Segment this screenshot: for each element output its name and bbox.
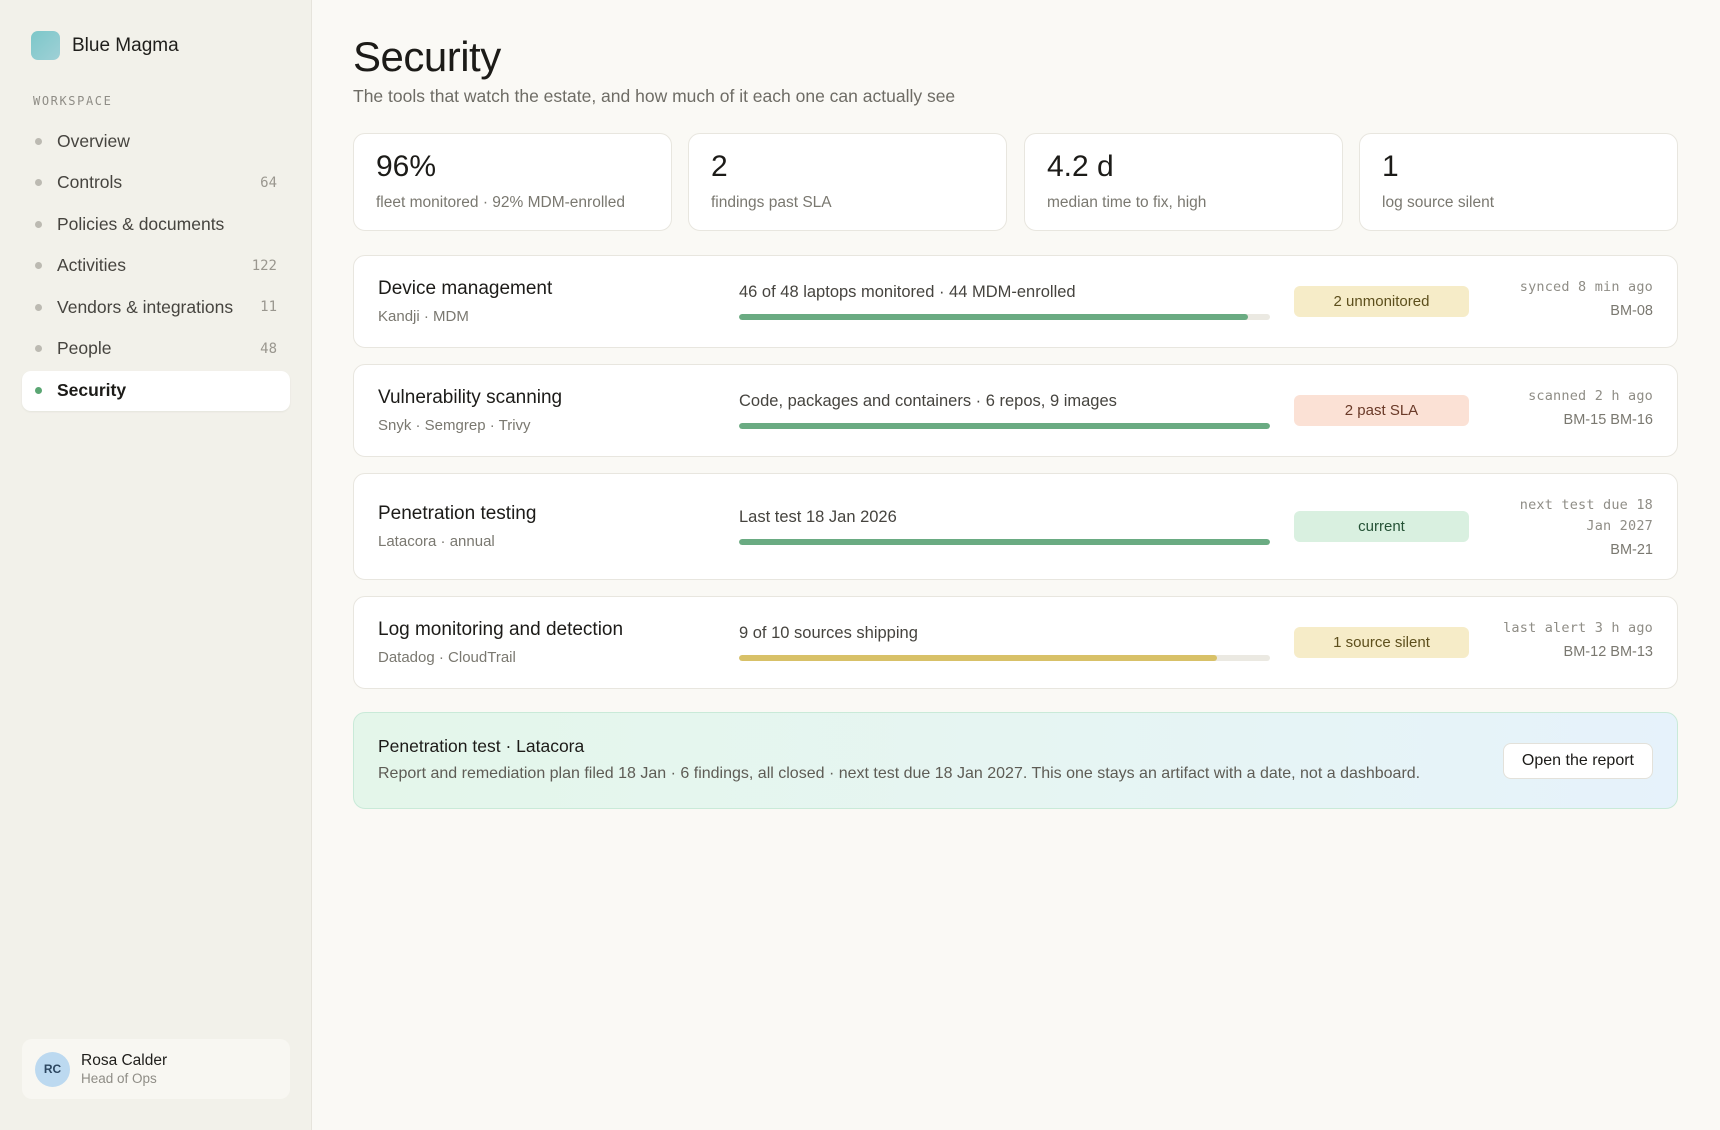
tool-vendors: Kandji · MDM xyxy=(378,308,469,325)
brand[interactable]: Blue Magma xyxy=(31,31,179,60)
stat-value: 1 xyxy=(1382,150,1399,183)
sidebar-item-overview[interactable]: Overview xyxy=(22,121,290,161)
tool-row-log-monitoring[interactable]: Log monitoring and detection Datadog · C… xyxy=(353,596,1678,689)
sidebar-item-label: Controls xyxy=(57,172,123,193)
tool-coverage: Last test 18 Jan 2026 xyxy=(739,508,897,526)
meta-status: next test due 18 xyxy=(1519,497,1653,513)
section-label-workspace: WORKSPACE xyxy=(33,94,113,108)
tool-name: Device management xyxy=(378,278,553,299)
tool-vendors: Datadog · CloudTrail xyxy=(378,649,516,666)
coverage-bar xyxy=(739,655,1270,661)
avatar: RC xyxy=(35,1051,70,1087)
open-report-button[interactable]: Open the report xyxy=(1502,743,1653,779)
stat-label: fleet monitored · 92% MDM-enrolled xyxy=(376,194,625,211)
bullet-icon xyxy=(35,387,42,395)
meta-status: scanned 2 h ago xyxy=(1528,388,1653,404)
tool-coverage: 9 of 10 sources shipping xyxy=(739,624,918,642)
tool-coverage: 46 of 48 laptops monitored · 44 MDM-enro… xyxy=(739,283,1076,301)
coverage-bar xyxy=(739,314,1270,320)
meta-status-continued: Jan 2027 xyxy=(1586,518,1653,534)
tool-name: Vulnerability scanning xyxy=(378,387,563,408)
coverage-bar-fill xyxy=(739,423,1270,429)
brand-logo-icon xyxy=(31,31,60,60)
sidebar-item-label: Policies & documents xyxy=(57,213,225,234)
sidebar-item-count: 48 xyxy=(260,340,277,357)
stat-card: 96% fleet monitored · 92% MDM-enrolled xyxy=(353,133,672,231)
sidebar-item-people[interactable]: People 48 xyxy=(22,329,290,369)
sidebar-item-controls[interactable]: Controls 64 xyxy=(22,163,290,203)
bullet-icon xyxy=(35,262,42,270)
tool-coverage: Code, packages and containers · 6 repos,… xyxy=(739,392,1117,410)
bullet-icon xyxy=(35,303,42,311)
tool-row-vulnerability-scanning[interactable]: Vulnerability scanning Snyk · Semgrep · … xyxy=(353,364,1678,457)
banner-body: Report and remediation plan filed 18 Jan… xyxy=(378,765,1421,782)
tool-meta: synced 8 min ago BM-08 xyxy=(1520,277,1653,322)
coverage-bar-fill xyxy=(739,314,1248,320)
bullet-icon xyxy=(35,345,42,353)
user-name: Rosa Calder xyxy=(81,1052,168,1069)
meta-status: synced 8 min ago xyxy=(1519,279,1653,295)
sidebar-item-security[interactable]: Security xyxy=(22,370,290,411)
stat-card: 1 log source silent xyxy=(1359,133,1678,231)
sidebar-item-count: 122 xyxy=(251,257,277,274)
stat-value: 2 xyxy=(711,150,728,183)
sidebar-item-label: Security xyxy=(57,380,127,401)
tool-meta: last alert 3 h ago BM-12 BM-13 xyxy=(1503,618,1653,663)
status-badge: current xyxy=(1294,511,1469,542)
stat-label: findings past SLA xyxy=(711,194,832,211)
stats-row: 96% fleet monitored · 92% MDM-enrolled 2… xyxy=(353,133,1678,231)
stat-label: median time to fix, high xyxy=(1047,194,1207,211)
sidebar-item-activities[interactable]: Activities 122 xyxy=(22,246,290,286)
sidebar: Blue Magma WORKSPACE Overview Controls 6… xyxy=(0,0,312,1130)
tool-row-penetration-testing[interactable]: Penetration testing Latacora · annual La… xyxy=(353,473,1678,580)
sidebar-item-label: Overview xyxy=(57,130,130,151)
tool-vendors: Latacora · annual xyxy=(378,533,495,550)
tool-name: Log monitoring and detection xyxy=(378,619,624,640)
brand-name: Blue Magma xyxy=(72,34,179,56)
bullet-icon xyxy=(35,220,42,228)
sidebar-nav: Overview Controls 64 Policies & document… xyxy=(22,121,290,412)
sidebar-item-label: People xyxy=(57,338,112,359)
sidebar-item-policies[interactable]: Policies & documents xyxy=(22,204,290,244)
stat-card: 4.2 d median time to fix, high xyxy=(1024,133,1343,231)
control-ids: BM-21 xyxy=(1610,542,1653,558)
status-badge: 2 past SLA xyxy=(1294,395,1469,426)
sidebar-item-count: 64 xyxy=(260,174,277,191)
tool-vendors: Snyk · Semgrep · Trivy xyxy=(378,417,531,434)
banner-title: Penetration test · Latacora xyxy=(378,736,585,756)
control-ids: BM-08 xyxy=(1610,303,1653,319)
stat-value: 96% xyxy=(376,150,437,183)
tool-row-device-management[interactable]: Device management Kandji · MDM 46 of 48 … xyxy=(353,255,1678,348)
control-ids: BM-15 BM-16 xyxy=(1563,412,1653,428)
tool-meta: next test due 18 Jan 2027 BM-21 xyxy=(1520,495,1653,561)
tool-name: Penetration testing xyxy=(378,503,537,524)
sidebar-item-label: Vendors & integrations xyxy=(57,296,234,317)
stat-label: log source silent xyxy=(1382,194,1495,211)
user-role: Head of Ops xyxy=(81,1071,157,1086)
sidebar-item-count: 11 xyxy=(260,299,277,316)
coverage-bar xyxy=(739,423,1270,429)
user-card[interactable]: RC Rosa Calder Head of Ops xyxy=(22,1039,290,1099)
status-badge: 2 unmonitored xyxy=(1294,286,1469,317)
pentest-banner: Penetration test · Latacora Report and r… xyxy=(353,712,1678,809)
stat-card: 2 findings past SLA xyxy=(688,133,1007,231)
sidebar-item-vendors[interactable]: Vendors & integrations 11 xyxy=(22,287,290,327)
page-title: Security xyxy=(353,33,501,80)
coverage-bar xyxy=(739,539,1270,545)
coverage-bar-fill xyxy=(739,539,1270,545)
bullet-icon xyxy=(35,179,42,187)
coverage-bar-fill xyxy=(739,655,1217,661)
tool-meta: scanned 2 h ago BM-15 BM-16 xyxy=(1528,386,1653,431)
bullet-icon xyxy=(35,137,42,145)
status-badge: 1 source silent xyxy=(1294,627,1469,658)
stat-value: 4.2 d xyxy=(1047,150,1114,183)
user-meta: Rosa Calder Head of Ops xyxy=(81,1052,167,1086)
control-ids: BM-12 BM-13 xyxy=(1563,644,1653,660)
meta-status: last alert 3 h ago xyxy=(1503,620,1653,636)
page-subtitle: The tools that watch the estate, and how… xyxy=(353,86,956,106)
sidebar-item-label: Activities xyxy=(57,255,127,276)
